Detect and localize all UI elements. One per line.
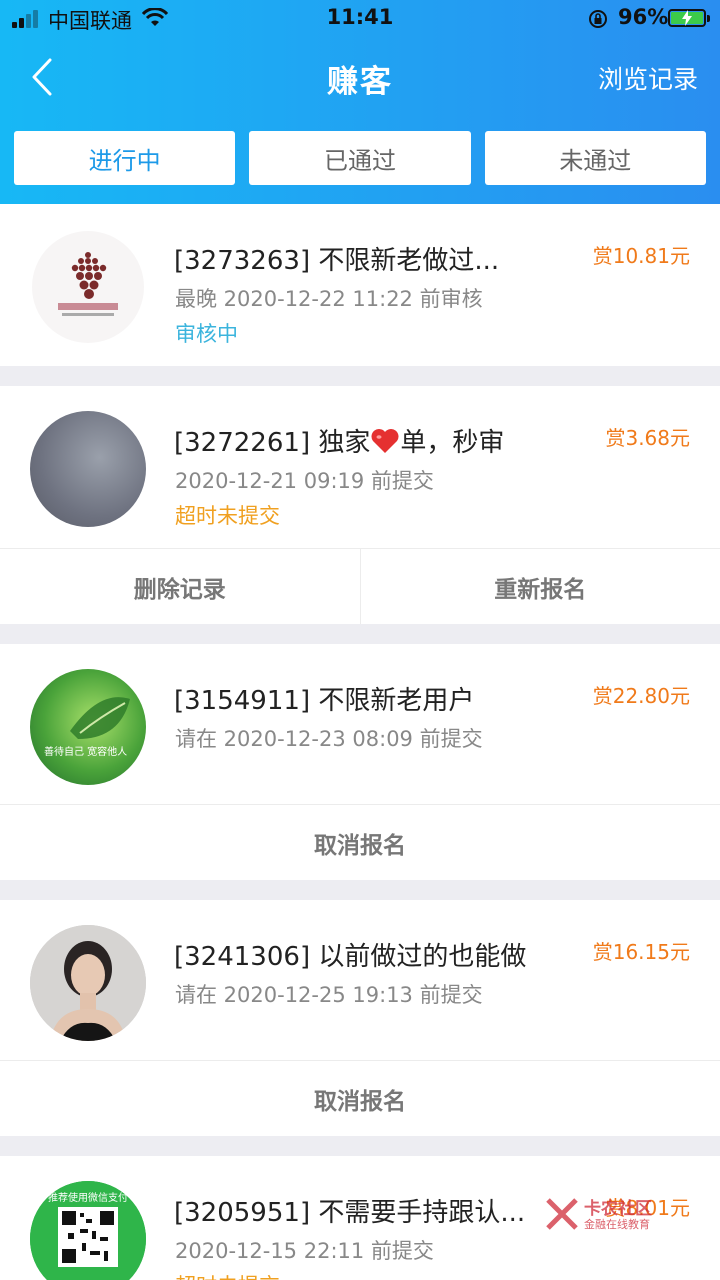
re-register-button[interactable]: 重新报名 bbox=[359, 549, 720, 624]
task-title: [3272261] 独家 单，秒审 bbox=[174, 428, 505, 458]
leaf-image: 善待自己 宽容他人 bbox=[44, 697, 130, 758]
tab-in-progress[interactable]: 进行中 bbox=[14, 131, 236, 185]
task-actions: 取消报名 bbox=[0, 804, 720, 880]
task-deadline: 最晚 2020-12-22 11:22 前审核 bbox=[175, 287, 483, 311]
task-title: [3241306] 以前做过的也能做 bbox=[174, 942, 527, 972]
task-actions: 取消报名 bbox=[0, 1060, 720, 1136]
heart-icon bbox=[371, 429, 399, 453]
tab-approved[interactable]: 已通过 bbox=[249, 131, 471, 185]
task-avatar: 推荐使用微信支付 bbox=[30, 1181, 146, 1280]
task-title: [3273263] 不限新老做过... bbox=[174, 246, 500, 276]
task-card[interactable]: [3273263] 不限新老做过... 赏10.81元 最晚 2020-12-2… bbox=[0, 204, 720, 366]
svg-text:推荐使用微信支付: 推荐使用微信支付 bbox=[48, 1191, 128, 1204]
task-deadline: 2020-12-15 22:11 前提交 bbox=[175, 1239, 434, 1263]
task-deadline: 请在 2020-12-25 19:13 前提交 bbox=[175, 983, 483, 1007]
task-card[interactable]: 善待自己 宽容他人 [3154911] 不限新老用户 赏22.80元 请在 20… bbox=[0, 644, 720, 880]
clock: 11:41 bbox=[326, 5, 394, 29]
task-avatar bbox=[30, 925, 146, 1041]
task-actions: 删除记录 重新报名 bbox=[0, 548, 720, 624]
status-tabs: 进行中 已通过 未通过 bbox=[14, 131, 706, 185]
header: 中国联通 11:41 96% 赚客 浏览记录 进行中 已通过 未通过 bbox=[0, 0, 720, 204]
logo-image bbox=[32, 231, 144, 343]
svg-text:善待自己 宽容他人: 善待自己 宽容他人 bbox=[44, 745, 127, 758]
task-avatar: 善待自己 宽容他人 bbox=[30, 669, 146, 785]
task-reward: 赏3.68元 bbox=[605, 426, 690, 450]
task-card[interactable]: [3241306] 以前做过的也能做 赏16.15元 请在 2020-12-25… bbox=[0, 900, 720, 1136]
task-status: 审核中 bbox=[175, 322, 238, 346]
portrait-image bbox=[30, 925, 146, 1041]
browse-history-button[interactable]: 浏览记录 bbox=[598, 60, 698, 96]
task-avatar bbox=[30, 229, 146, 345]
watermark: 卡农社区 金融在线教育 bbox=[544, 1194, 694, 1234]
task-avatar bbox=[30, 411, 146, 527]
task-deadline: 2020-12-21 09:19 前提交 bbox=[175, 469, 434, 493]
battery-percent: 96% bbox=[618, 5, 669, 29]
task-list: [3273263] 不限新老做过... 赏10.81元 最晚 2020-12-2… bbox=[0, 204, 720, 1280]
delete-record-button[interactable]: 删除记录 bbox=[0, 549, 360, 624]
watermark-logo-icon bbox=[546, 1198, 578, 1230]
task-status: 超时未提交 bbox=[175, 504, 280, 528]
task-title: [3154911] 不限新老用户 bbox=[174, 686, 475, 716]
status-bar: 中国联通 11:41 96% bbox=[0, 0, 720, 36]
task-reward: 赏16.15元 bbox=[592, 940, 690, 964]
qr-code-image: 推荐使用微信支付 bbox=[30, 1181, 146, 1280]
task-title: [3205951] 不需要手持跟认... bbox=[174, 1198, 526, 1228]
cancel-registration-button[interactable]: 取消报名 bbox=[0, 1061, 720, 1136]
task-card[interactable]: [3272261] 独家 单，秒审 赏3.68元 2020-12-21 09:19… bbox=[0, 386, 720, 624]
charging-icon bbox=[682, 10, 692, 26]
tab-rejected[interactable]: 未通过 bbox=[484, 131, 706, 185]
task-reward: 赏10.81元 bbox=[592, 244, 690, 268]
rotation-lock-icon bbox=[589, 10, 607, 28]
task-deadline: 请在 2020-12-23 08:09 前提交 bbox=[175, 727, 483, 751]
cancel-registration-button[interactable]: 取消报名 bbox=[0, 805, 720, 880]
task-reward: 赏22.80元 bbox=[592, 684, 690, 708]
task-status: 超时未提交 bbox=[175, 1270, 280, 1280]
battery-icon bbox=[668, 9, 710, 27]
